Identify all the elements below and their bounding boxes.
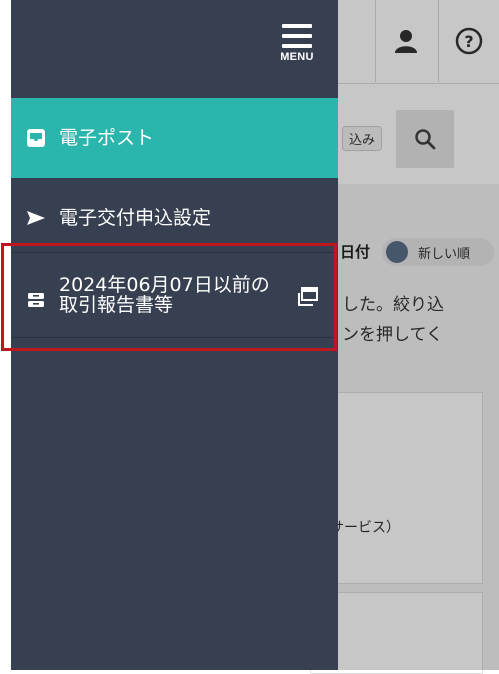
nav-item-label-line1: 2024年06月07日以前の (59, 274, 270, 296)
send-icon (25, 207, 47, 229)
nav-item-label: 電子交付申込設定 (59, 207, 212, 229)
nav-item-label: 電子ポスト (59, 127, 155, 149)
nav-item-label-line2: 取引報告書等 (59, 294, 174, 316)
archive-icon (25, 289, 47, 311)
hamburger-icon (282, 24, 312, 48)
nav-item-past-trade-reports[interactable]: 2024年06月07日以前の 取引報告書等 (11, 252, 338, 338)
menu-button[interactable]: MENU (274, 20, 320, 70)
menu-label: MENU (280, 51, 314, 63)
inbox-icon (25, 127, 47, 149)
nav-item-label: 2024年06月07日以前の 取引報告書等 (59, 275, 279, 315)
nav-item-delivery-settings[interactable]: 電子交付申込設定 (11, 190, 338, 246)
left-edge (0, 0, 11, 670)
navigation-drawer: MENU 電子ポスト 電子交付申込設定 2024年06月07日以前の 取引報告書… (11, 0, 338, 670)
open-new-window-icon (297, 287, 319, 307)
nav-item-electronic-post[interactable]: 電子ポスト (11, 98, 338, 178)
